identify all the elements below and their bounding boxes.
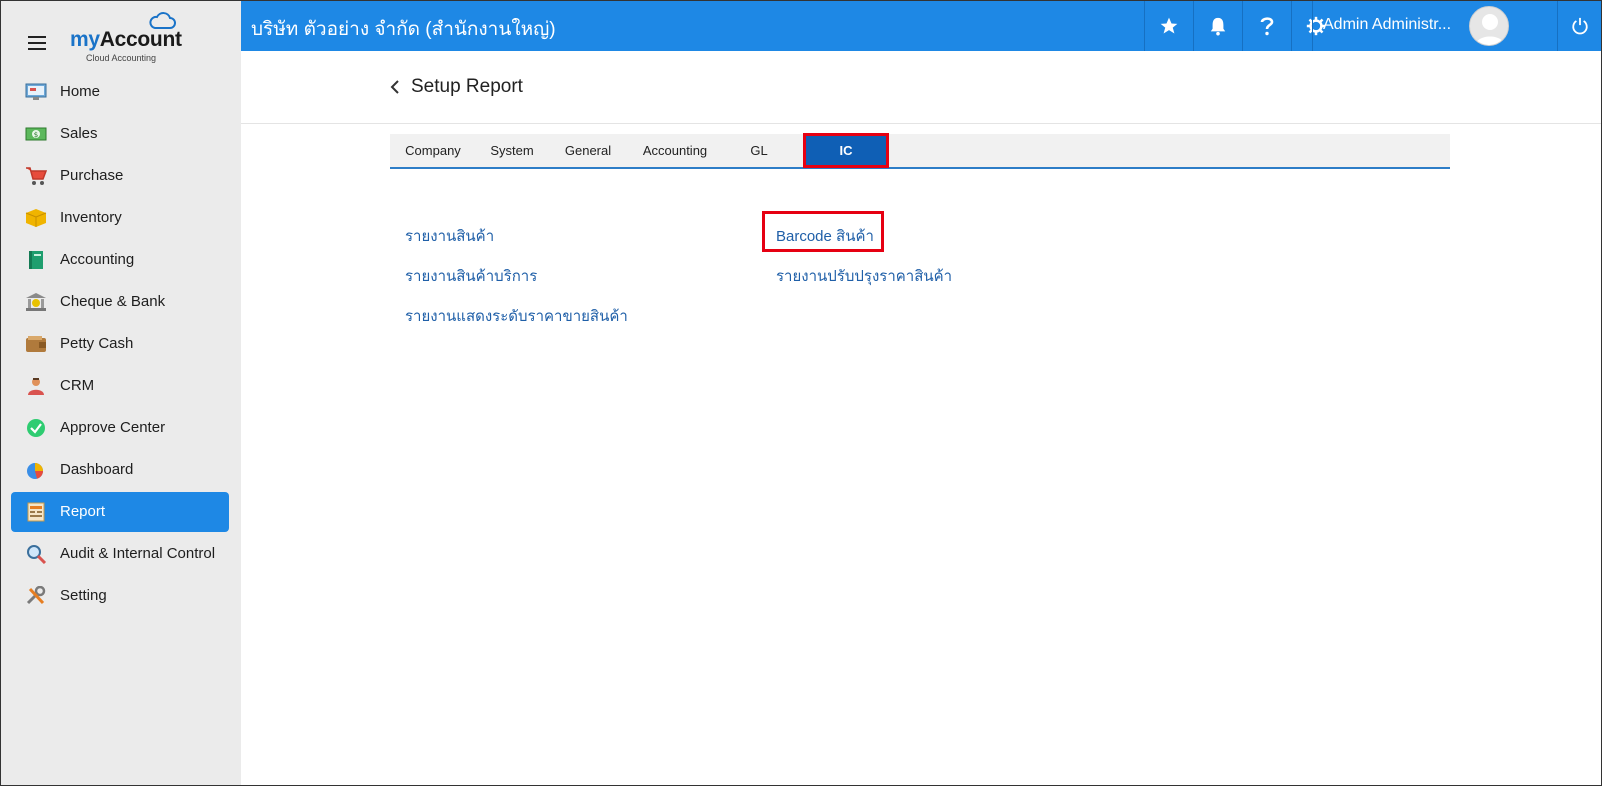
sidebar-item-purchase[interactable]: Purchase	[11, 156, 229, 196]
user-name: Admin Administr...	[1323, 16, 1452, 33]
top-bar: บริษัท ตัวอย่าง จำกัด (สำนักงานใหญ่) Adm…	[241, 0, 1602, 51]
page-title: Setup Report	[411, 76, 523, 97]
logout-button[interactable]	[1557, 0, 1602, 51]
power-icon	[1572, 17, 1588, 34]
cash-icon: $	[25, 127, 47, 141]
sidebar-item-sales[interactable]: $ Sales	[11, 114, 229, 154]
pie-chart-icon	[27, 463, 43, 479]
tab-accounting[interactable]: Accounting	[628, 134, 722, 167]
tab-system[interactable]: System	[476, 134, 548, 167]
sidebar-item-home[interactable]: Home	[11, 72, 229, 112]
sidebar-item-crm[interactable]: CRM	[11, 366, 229, 406]
logo-title: myAccount	[70, 28, 182, 51]
tab-ic[interactable]: IC	[803, 133, 889, 168]
sidebar-item-label: Inventory	[60, 209, 122, 226]
book-icon	[29, 251, 43, 269]
chevron-left-icon[interactable]	[389, 79, 401, 95]
tab-gl[interactable]: GL	[722, 134, 796, 167]
people-icon	[28, 378, 44, 395]
sidebar-item-accounting[interactable]: Accounting	[11, 240, 229, 280]
sidebar: myAccount Cloud Accounting Home $ Sales …	[0, 0, 241, 786]
bell-icon	[1210, 17, 1226, 35]
report-link-price-levels[interactable]: รายงานแสดงระดับราคาขายสินค้า	[405, 304, 628, 328]
sidebar-item-label: Report	[60, 503, 106, 520]
sidebar-item-label: CRM	[60, 377, 95, 394]
sidebar-item-label: Setting	[60, 587, 107, 604]
bank-icon	[26, 293, 46, 311]
svg-text:$: $	[34, 131, 38, 139]
question-icon	[1260, 16, 1274, 35]
sidebar-item-audit[interactable]: Audit & Internal Control	[11, 534, 229, 574]
sidebar-item-label: Purchase	[60, 167, 124, 184]
tab-company[interactable]: Company	[390, 134, 476, 167]
help-button[interactable]	[1242, 0, 1291, 51]
sidebar-item-label: Approve Center	[60, 419, 166, 436]
sidebar-item-label: Sales	[60, 125, 98, 142]
notifications-button[interactable]	[1193, 0, 1242, 51]
box-icon	[25, 209, 47, 227]
check-circle-icon	[27, 419, 45, 437]
sidebar-item-setting[interactable]: Setting	[11, 576, 229, 616]
logo-tagline: Cloud Accounting	[86, 53, 157, 63]
brand-area: myAccount Cloud Accounting	[0, 0, 241, 70]
logo[interactable]: myAccount Cloud Accounting	[70, 10, 190, 64]
company-title[interactable]: บริษัท ตัวอย่าง จำกัด (สำนักงานใหญ่)	[251, 14, 556, 44]
avatar[interactable]	[1469, 6, 1509, 46]
tools-icon	[26, 586, 46, 605]
sidebar-item-petty-cash[interactable]: Petty Cash	[11, 324, 229, 364]
sidebar-item-report[interactable]: Report	[11, 492, 229, 532]
tab-general[interactable]: General	[548, 134, 628, 167]
user-silhouette-icon	[1475, 14, 1505, 45]
report-link-barcode[interactable]: Barcode สินค้า	[776, 224, 874, 248]
report-link-price-adjustment[interactable]: รายงานปรับปรุงราคาสินค้า	[776, 264, 952, 288]
sidebar-nav: Home $ Sales Purchase Inventory Accounti…	[0, 70, 241, 618]
sidebar-item-dashboard[interactable]: Dashboard	[11, 450, 229, 490]
favorites-button[interactable]	[1144, 0, 1193, 51]
star-icon	[1160, 17, 1178, 33]
user-menu[interactable]: Admin Administr...	[1312, 0, 1557, 51]
home-monitor-icon	[25, 83, 47, 100]
magnifier-icon	[27, 545, 47, 564]
sidebar-item-cheque-bank[interactable]: Cheque & Bank	[11, 282, 229, 322]
sidebar-item-label: Petty Cash	[60, 335, 134, 352]
sidebar-item-label: Accounting	[60, 251, 135, 268]
report-link-product-service[interactable]: รายงานสินค้าบริการ	[405, 264, 537, 288]
menu-toggle-icon[interactable]	[28, 36, 46, 50]
report-link-product[interactable]: รายงานสินค้า	[405, 224, 494, 248]
report-tabs: Company System General Accounting GL IC	[390, 133, 1450, 169]
sidebar-item-label: Home	[60, 83, 101, 100]
wallet-icon	[26, 336, 46, 352]
sidebar-item-label: Cheque & Bank	[60, 293, 166, 310]
report-document-icon	[27, 502, 45, 522]
sidebar-item-label: Audit & Internal Control	[60, 545, 216, 562]
page-header: Setup Report	[241, 51, 1602, 124]
shopping-cart-icon	[26, 167, 47, 185]
sidebar-item-label: Dashboard	[60, 461, 134, 478]
sidebar-item-inventory[interactable]: Inventory	[11, 198, 229, 238]
sidebar-item-approve-center[interactable]: Approve Center	[11, 408, 229, 448]
